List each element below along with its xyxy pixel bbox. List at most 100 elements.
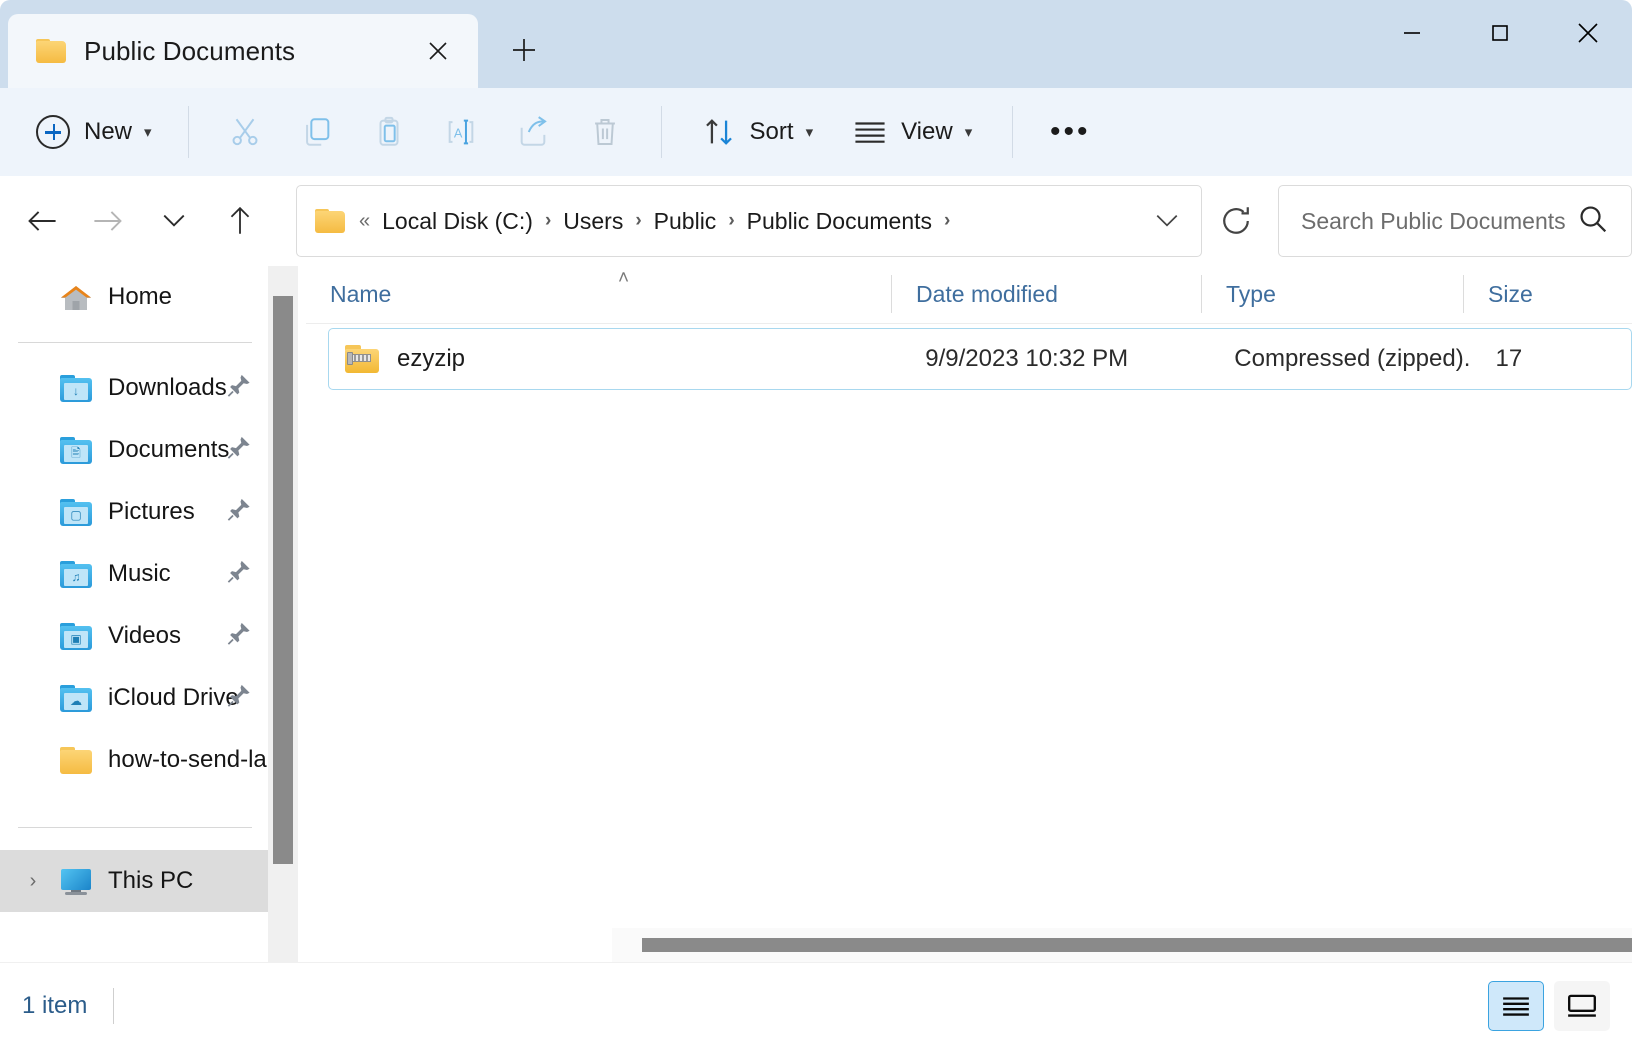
navigation-pane: Home ↓ Downloads 🖹 Documents bbox=[0, 266, 268, 962]
chevron-right-icon[interactable]: › bbox=[18, 850, 48, 912]
horizontal-scrollbar-thumb[interactable] bbox=[642, 938, 1632, 952]
maximize-button[interactable] bbox=[1456, 0, 1544, 66]
see-more-button[interactable]: ••• bbox=[1033, 104, 1107, 160]
pin-icon[interactable] bbox=[226, 373, 252, 404]
sidebar-item-label: This PC bbox=[108, 867, 193, 895]
search-box[interactable]: Search Public Documents bbox=[1278, 185, 1632, 257]
refresh-button[interactable] bbox=[1204, 185, 1268, 257]
sort-button-label: Sort bbox=[750, 118, 794, 146]
size-cell: 17 bbox=[1471, 345, 1631, 373]
sidebar-item-label: iCloud Drive bbox=[108, 684, 239, 712]
pane-gap bbox=[298, 266, 306, 962]
tab-strip: Public Documents bbox=[0, 0, 552, 88]
sidebar-item-how-to-send-large[interactable]: how-to-send-lar bbox=[0, 729, 268, 791]
sidebar-item-label: Videos bbox=[108, 622, 181, 650]
details-view-icon[interactable] bbox=[1488, 981, 1544, 1031]
minimize-button[interactable] bbox=[1368, 0, 1456, 66]
chevron-down-icon: ▾ bbox=[965, 123, 973, 141]
paste-icon[interactable] bbox=[357, 104, 421, 160]
command-bar: New ▾ A bbox=[0, 88, 1632, 176]
view-button[interactable]: View ▾ bbox=[839, 104, 986, 160]
column-header-label: Size bbox=[1488, 281, 1533, 308]
new-button[interactable]: New ▾ bbox=[26, 105, 168, 159]
breadcrumb-item-1[interactable]: Users bbox=[561, 204, 625, 239]
breadcrumb-item-3[interactable]: Public Documents bbox=[745, 204, 934, 239]
column-header-name[interactable]: Name bbox=[306, 265, 892, 323]
column-header-label: Name bbox=[330, 281, 391, 308]
folder-icon bbox=[315, 209, 345, 233]
column-header-date-modified[interactable]: Date modified bbox=[892, 265, 1202, 323]
window-controls bbox=[1368, 0, 1632, 66]
home-icon bbox=[60, 284, 92, 311]
tab-public-documents[interactable]: Public Documents bbox=[8, 14, 478, 88]
back-button[interactable] bbox=[14, 193, 70, 249]
search-input[interactable]: Search Public Documents bbox=[1301, 208, 1577, 235]
sidebar-item-pictures[interactable]: ▢ Pictures bbox=[0, 481, 268, 543]
breadcrumb-item-0[interactable]: Local Disk (C:) bbox=[380, 204, 535, 239]
delete-icon[interactable] bbox=[573, 104, 637, 160]
chevron-down-icon: ▾ bbox=[806, 123, 814, 141]
sidebar-scrollbar[interactable] bbox=[268, 266, 298, 962]
pin-icon[interactable] bbox=[226, 683, 252, 714]
column-header-label: Type bbox=[1226, 281, 1276, 308]
folder-pictures-icon: ▢ bbox=[60, 499, 92, 526]
pin-icon[interactable] bbox=[226, 621, 252, 652]
file-explorer-window: Public Documents New ▾ bbox=[0, 0, 1632, 1048]
new-button-label: New bbox=[84, 118, 132, 146]
column-header-size[interactable]: Size bbox=[1464, 265, 1624, 323]
sidebar-item-label: how-to-send-lar bbox=[108, 746, 268, 774]
view-button-label: View bbox=[901, 118, 953, 146]
close-icon[interactable] bbox=[416, 29, 460, 73]
up-button[interactable] bbox=[212, 193, 268, 249]
pin-icon[interactable] bbox=[226, 559, 252, 590]
folder-documents-icon: 🖹 bbox=[60, 437, 92, 464]
sidebar-item-icloud-drive[interactable]: ☁ iCloud Drive bbox=[0, 667, 268, 729]
navigation-bar: « Local Disk (C:) › Users › Public › Pub… bbox=[0, 176, 1632, 266]
sidebar-item-home[interactable]: Home bbox=[0, 266, 268, 328]
preview-pane-icon[interactable] bbox=[1554, 981, 1610, 1031]
copy-icon[interactable] bbox=[285, 104, 349, 160]
sidebar-item-label: Pictures bbox=[108, 498, 195, 526]
view-toggle-group bbox=[1488, 981, 1610, 1031]
sidebar-item-label: Home bbox=[108, 283, 172, 311]
horizontal-scrollbar[interactable] bbox=[612, 928, 1632, 962]
sort-button[interactable]: Sort ▾ bbox=[688, 104, 828, 160]
table-row[interactable]: ezyzip 9/9/2023 10:32 PM Compressed (zip… bbox=[328, 328, 1632, 390]
share-icon[interactable] bbox=[501, 104, 565, 160]
sidebar-item-this-pc[interactable]: › This PC bbox=[0, 850, 268, 912]
toolbar-divider-3 bbox=[1012, 106, 1013, 158]
plus-icon bbox=[36, 115, 70, 149]
forward-button[interactable] bbox=[80, 193, 136, 249]
sidebar-item-documents[interactable]: 🖹 Documents bbox=[0, 419, 268, 481]
sidebar-divider-2 bbox=[18, 827, 252, 828]
breadcrumb-overflow[interactable]: « bbox=[359, 210, 370, 233]
pin-icon[interactable] bbox=[226, 497, 252, 528]
sidebar-divider bbox=[18, 342, 252, 343]
column-headers: ˄ Name Date modified Type Size bbox=[306, 266, 1632, 324]
title-bar: Public Documents bbox=[0, 0, 1632, 88]
sidebar-item-downloads[interactable]: ↓ Downloads bbox=[0, 357, 268, 419]
sidebar-item-label: Downloads bbox=[108, 374, 227, 402]
chevron-right-icon: › bbox=[635, 210, 641, 232]
recent-locations-button[interactable] bbox=[146, 193, 202, 249]
breadcrumb-item-2[interactable]: Public bbox=[652, 204, 719, 239]
file-list-pane: ˄ Name Date modified Type Size bbox=[306, 266, 1632, 962]
address-dropdown-button[interactable] bbox=[1141, 193, 1193, 249]
address-bar[interactable]: « Local Disk (C:) › Users › Public › Pub… bbox=[296, 185, 1202, 257]
sidebar-item-label: Documents bbox=[108, 436, 229, 464]
sidebar-item-videos[interactable]: ▣ Videos bbox=[0, 605, 268, 667]
file-name-cell: ezyzip bbox=[397, 345, 901, 373]
folder-downloads-icon: ↓ bbox=[60, 375, 92, 402]
document-glyph: 🖹 bbox=[64, 445, 88, 462]
pin-icon[interactable] bbox=[226, 435, 252, 466]
sidebar-scrollbar-thumb[interactable] bbox=[273, 296, 293, 864]
search-icon[interactable] bbox=[1577, 203, 1609, 240]
close-button[interactable] bbox=[1544, 0, 1632, 66]
rename-icon[interactable]: A bbox=[429, 104, 493, 160]
sidebar-item-music[interactable]: ♫ Music bbox=[0, 543, 268, 605]
new-tab-button[interactable] bbox=[496, 22, 552, 78]
column-header-type[interactable]: Type bbox=[1202, 265, 1464, 323]
date-modified-cell: 9/9/2023 10:32 PM bbox=[901, 345, 1210, 373]
folder-icloud-icon: ☁ bbox=[60, 685, 92, 712]
cut-icon[interactable] bbox=[213, 104, 277, 160]
